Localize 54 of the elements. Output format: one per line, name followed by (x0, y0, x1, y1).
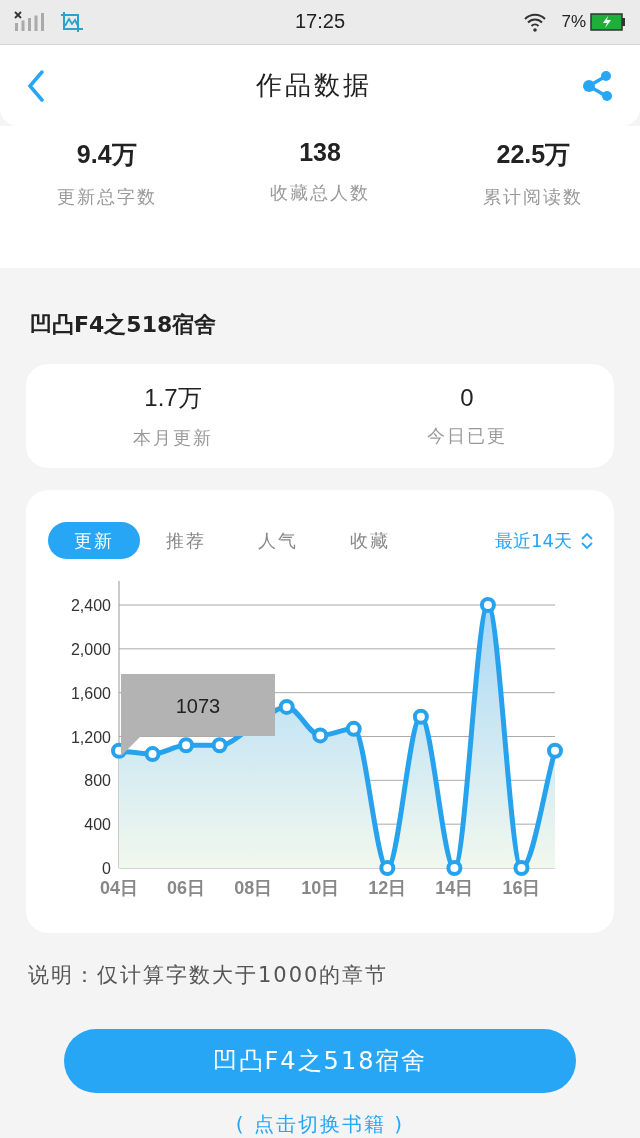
data-point[interactable] (513, 860, 530, 877)
data-point[interactable] (479, 597, 496, 614)
stat-value: 1.7万 (144, 383, 202, 414)
axis-label: 08日 (234, 878, 273, 899)
range-selector[interactable]: 最近14天 (495, 528, 594, 553)
axis-label: 16日 (502, 878, 541, 899)
data-point[interactable] (178, 737, 195, 754)
axis-label: 0 (102, 860, 111, 878)
status-time: 17:25 (294, 10, 346, 34)
stat-value: 9.4万 (76, 139, 137, 171)
axis-label: 800 (84, 772, 111, 790)
stat-value: 138 (299, 138, 341, 168)
data-point[interactable] (211, 737, 228, 754)
axis-label: 12日 (368, 878, 407, 899)
stat-label: 累计阅读数 (483, 185, 584, 210)
axis-label: 2,000 (70, 641, 111, 659)
axis-label: 14日 (435, 878, 474, 899)
stat-label: 更新总字数 (56, 185, 157, 210)
updown-icon (580, 530, 594, 551)
data-point[interactable] (412, 709, 429, 726)
chart-tab[interactable]: 更新 (48, 522, 140, 560)
axis-label: 2,400 (70, 597, 111, 615)
data-point[interactable] (446, 860, 463, 877)
axis-label: 400 (84, 816, 111, 834)
axis-label: 04日 (100, 878, 138, 899)
data-point[interactable] (144, 746, 161, 763)
battery-percent: 7% (561, 11, 586, 32)
image-icon (60, 10, 84, 33)
data-point[interactable] (547, 743, 563, 760)
axis-label: 1,200 (70, 728, 111, 746)
switch-book-link[interactable]: ( 点击切换书籍 ) (235, 1111, 405, 1138)
data-point[interactable] (345, 721, 362, 738)
tooltip: 1073 (121, 674, 275, 757)
stat-label: 收藏总人数 (270, 181, 370, 206)
stat-value: 0 (460, 384, 474, 413)
stat-value: 22.5万 (496, 139, 571, 171)
axis-label: 1,600 (70, 684, 111, 702)
stat-label: 今日已更 (427, 424, 507, 449)
axis-label: 06日 (167, 878, 206, 899)
chart-tab[interactable]: 推荐 (140, 522, 232, 560)
chart-tab[interactable]: 人气 (232, 522, 324, 560)
page-title: 作品数据 (255, 69, 373, 103)
note-text: 说明：仅计算字数大于1000的章节 (28, 962, 390, 990)
data-point[interactable] (312, 727, 329, 744)
book-title: 凹凸F4之518宿舍 (30, 310, 218, 339)
battery-icon (590, 12, 626, 31)
axis-label: 10日 (301, 878, 340, 899)
signal-icon (14, 10, 46, 33)
data-point[interactable] (379, 860, 396, 877)
book-button[interactable]: 凹凸F4之518宿舍 (64, 1029, 576, 1093)
chart-tab[interactable]: 收藏 (324, 522, 416, 560)
wifi-icon (523, 11, 548, 32)
stat-label: 本月更新 (133, 426, 213, 451)
data-point[interactable] (278, 699, 295, 716)
